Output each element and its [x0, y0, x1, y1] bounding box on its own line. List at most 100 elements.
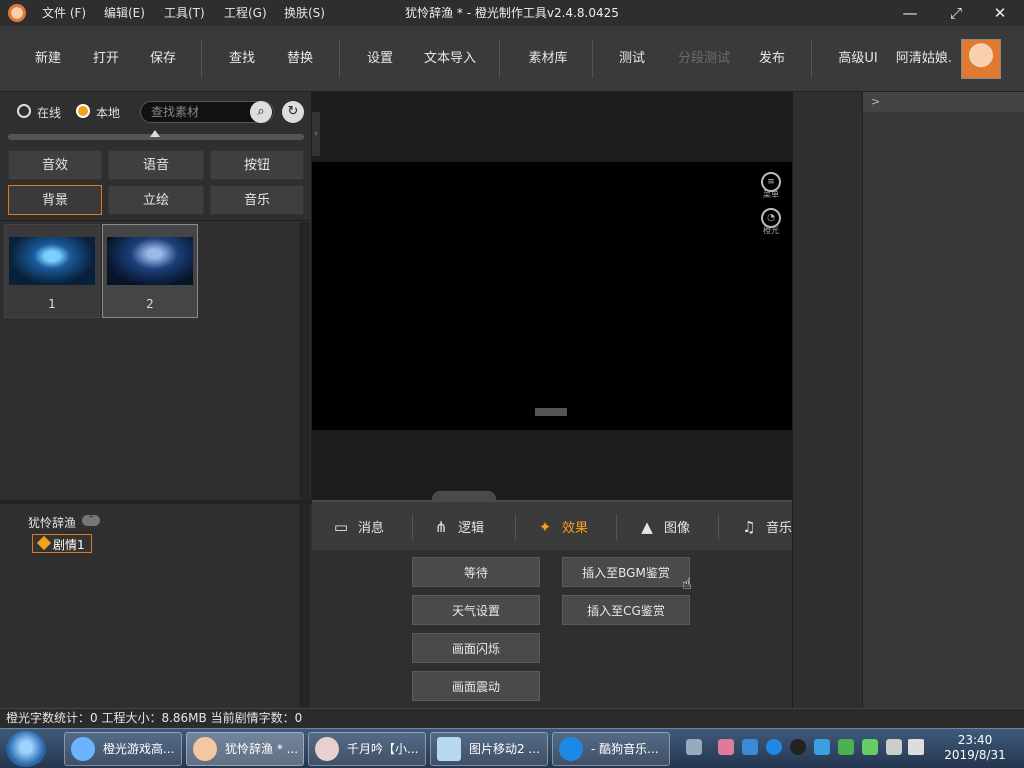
- tab-music[interactable]: ♫ 音乐: [738, 502, 792, 552]
- tray-app-icon[interactable]: [742, 739, 758, 755]
- collapse-left-handle[interactable]: ‹: [312, 112, 320, 156]
- tab-divider: [412, 514, 413, 540]
- tray-app-icon[interactable]: [862, 739, 878, 755]
- insert-cg-gallery-button[interactable]: 插入至CG鉴赏: [562, 595, 690, 625]
- command-tabs: ▭ 消息 ⋔ 逻辑 ✦ 效果 ▲ 图像 ♫ 音乐: [312, 500, 792, 550]
- online-radio[interactable]: [17, 104, 31, 118]
- chapter-node[interactable]: 剧情1: [32, 534, 92, 553]
- taskbar-app-kugou[interactable]: - 酷狗音乐...: [552, 732, 670, 766]
- slider-handle[interactable]: [150, 130, 160, 137]
- publish-button[interactable]: 发布: [752, 26, 792, 92]
- keyboard-icon[interactable]: [686, 739, 702, 755]
- menu-edit[interactable]: 编辑(E): [104, 0, 145, 26]
- clock-date: 2019/8/31: [944, 748, 1006, 762]
- app-logo-icon: [8, 4, 26, 22]
- taskbar-app-browser[interactable]: 橙光游戏高...: [64, 732, 182, 766]
- save-button[interactable]: 保存: [143, 26, 183, 92]
- insert-bgm-gallery-button[interactable]: 插入至BGM鉴赏: [562, 557, 690, 587]
- chengguang-icon-label: 橙光: [763, 226, 779, 235]
- search-icon[interactable]: ⌕: [250, 101, 272, 123]
- menu-icon-label: 菜单: [763, 190, 779, 199]
- script-panel: >: [862, 92, 1024, 708]
- replace-button[interactable]: 替换: [280, 26, 320, 92]
- logic-icon: ⋔: [434, 518, 448, 536]
- menu-skin[interactable]: 换肤(S): [284, 0, 325, 26]
- category-sound-effect[interactable]: 音效: [8, 150, 102, 180]
- local-label: 本地: [96, 106, 121, 120]
- toolbar-divider: [201, 40, 202, 78]
- background-image-preview: [9, 237, 95, 285]
- category-character[interactable]: 立绘: [108, 185, 204, 215]
- script-panel-header[interactable]: >: [863, 92, 1024, 112]
- category-music[interactable]: 音乐: [210, 185, 304, 215]
- user-avatar[interactable]: [961, 39, 1001, 79]
- expand-handle[interactable]: [432, 491, 496, 500]
- tray-app-icon[interactable]: [718, 739, 734, 755]
- new-button[interactable]: 新建: [28, 26, 68, 92]
- background-image-preview: [107, 237, 193, 285]
- refresh-icon[interactable]: ↻: [282, 101, 304, 123]
- import-text-button[interactable]: 文本导入: [420, 26, 480, 92]
- player-tray-icon[interactable]: [838, 739, 854, 755]
- tab-divider: [515, 514, 516, 540]
- music-note-icon: ♫: [742, 518, 756, 536]
- clock-time: 23:40: [957, 733, 993, 747]
- menu-file[interactable]: 文件 (F): [42, 0, 86, 26]
- diamond-icon: [36, 535, 52, 551]
- asset-library-button[interactable]: 素材库: [522, 26, 574, 92]
- menu-project[interactable]: 工程(G): [224, 0, 267, 26]
- tab-divider: [718, 514, 719, 540]
- project-node[interactable]: 犹怜辞渔: [28, 514, 76, 531]
- windows-start-icon[interactable]: [6, 731, 46, 767]
- screen-flash-button[interactable]: 画面闪烁: [412, 633, 540, 663]
- toolbar-divider: [499, 40, 500, 78]
- local-radio[interactable]: [76, 104, 90, 118]
- tab-message[interactable]: ▭ 消息: [330, 502, 384, 552]
- tree-scrollbar[interactable]: [300, 504, 310, 708]
- command-area: [312, 550, 792, 708]
- advanced-ui-button[interactable]: 高级UI: [832, 26, 884, 92]
- security-tray-icon[interactable]: [814, 739, 830, 755]
- category-voice[interactable]: 语音: [108, 150, 204, 180]
- username-label: 阿清姑娘.: [895, 51, 953, 66]
- asset-scrollbar[interactable]: [300, 222, 310, 500]
- tab-logic[interactable]: ⋔ 逻辑: [430, 502, 484, 552]
- segment-test-button[interactable]: 分段测试: [672, 26, 736, 92]
- game-preview[interactable]: [312, 162, 792, 430]
- qq-tray-icon[interactable]: [790, 739, 806, 755]
- magic-wand-icon: ✦: [538, 518, 552, 536]
- category-background[interactable]: 背景: [8, 185, 102, 215]
- browser-icon: [71, 737, 95, 761]
- maximize-button[interactable]: ⤢: [938, 0, 974, 26]
- asset-thumbnail[interactable]: 2: [102, 224, 198, 318]
- menu-tools[interactable]: 工具(T): [164, 0, 205, 26]
- online-label: 在线: [37, 106, 62, 120]
- system-clock[interactable]: 23:40 2019/8/31: [930, 733, 1020, 765]
- tab-image[interactable]: ▲ 图像: [636, 502, 690, 552]
- image-app-icon: [437, 737, 461, 761]
- taskbar-app-image[interactable]: 图片移动2 ...: [430, 732, 548, 766]
- dialog-indicator: [535, 408, 567, 416]
- settings-button[interactable]: 设置: [360, 26, 400, 92]
- minimize-button[interactable]: —: [892, 0, 928, 26]
- taskbar-app-video[interactable]: 千月吟【小...: [308, 732, 426, 766]
- kugou-tray-icon[interactable]: [766, 739, 782, 755]
- tab-effect[interactable]: ✦ 效果: [534, 502, 588, 552]
- wait-button[interactable]: 等待: [412, 557, 540, 587]
- test-button[interactable]: 测试: [612, 26, 652, 92]
- collapse-icon[interactable]: ⌃: [82, 515, 100, 526]
- mountain-image-icon: ▲: [641, 518, 653, 536]
- close-button[interactable]: ✕: [982, 0, 1018, 26]
- open-button[interactable]: 打开: [86, 26, 126, 92]
- network-icon[interactable]: [886, 739, 902, 755]
- asset-thumbnail[interactable]: 1: [4, 224, 100, 318]
- volume-icon[interactable]: [908, 739, 924, 755]
- category-button[interactable]: 按钮: [210, 150, 304, 180]
- thumbnail-label: 1: [48, 297, 56, 311]
- screen-shake-button[interactable]: 画面震动: [412, 671, 540, 701]
- window-title: 犹怜辞渔 * - 橙光制作工具v2.4.8.0425: [405, 6, 619, 20]
- weather-settings-button[interactable]: 天气设置: [412, 595, 540, 625]
- taskbar-app-editor[interactable]: 犹怜辞渔 * ...: [186, 732, 304, 766]
- toolbar-divider: [811, 40, 812, 78]
- find-button[interactable]: 查找: [222, 26, 262, 92]
